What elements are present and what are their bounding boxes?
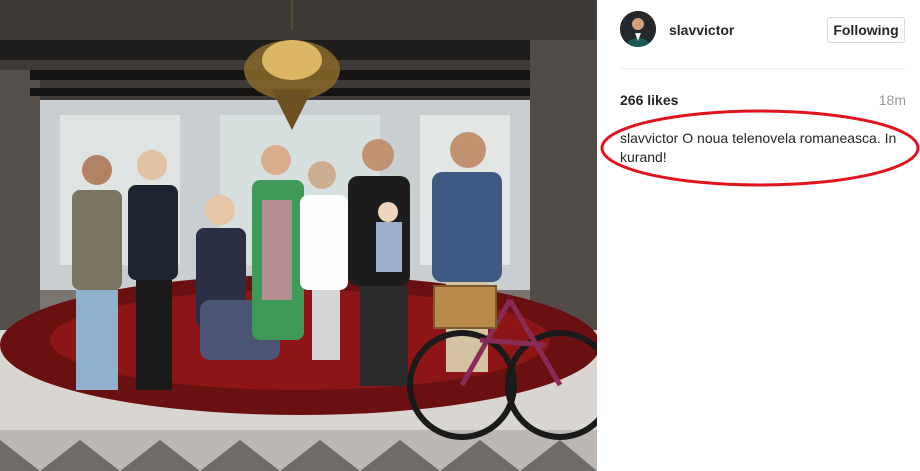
- avatar[interactable]: [620, 11, 656, 47]
- caption-author[interactable]: slavvictor: [620, 130, 678, 146]
- avatar-icon: [620, 11, 656, 47]
- post-header: slavvictor Following: [597, 0, 920, 66]
- post-sidebar: slavvictor Following 266 likes 18m slavv…: [597, 0, 920, 471]
- username-link[interactable]: slavvictor: [669, 22, 734, 38]
- post-photo[interactable]: [0, 0, 597, 471]
- caption: slavvictor O noua telenovela romaneasca.…: [620, 129, 910, 167]
- likes-count[interactable]: 266 likes: [620, 92, 678, 108]
- following-button[interactable]: Following: [827, 17, 905, 43]
- post-photo-scene: [0, 0, 597, 471]
- header-divider: [620, 68, 906, 69]
- post-timestamp[interactable]: 18m: [879, 92, 906, 108]
